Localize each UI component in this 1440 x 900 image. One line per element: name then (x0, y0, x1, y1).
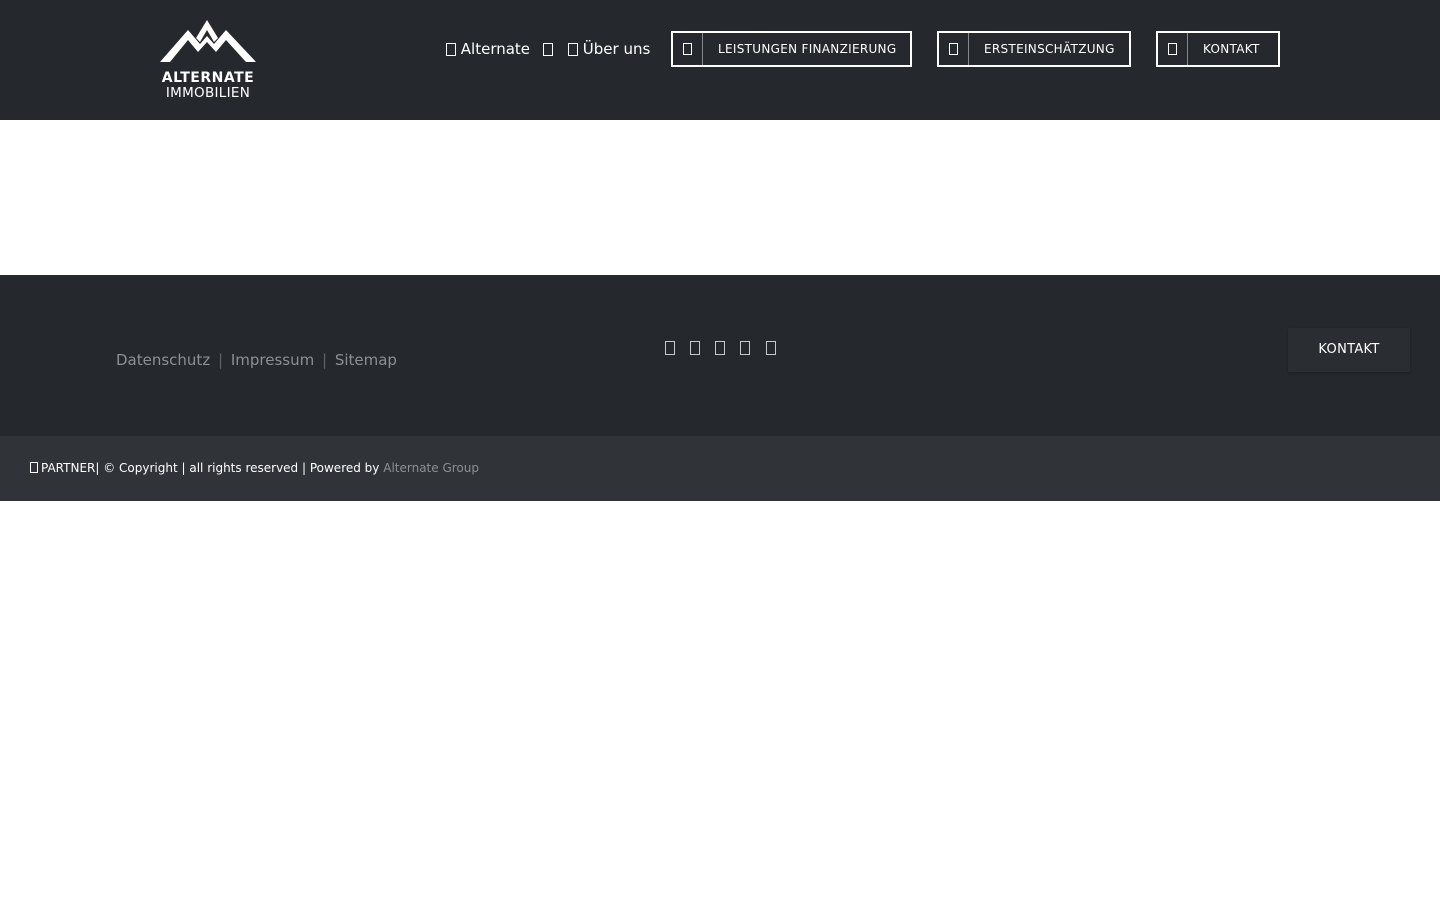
logo-text-alternate: ALTERNATE (161, 70, 255, 86)
envelope-icon (1168, 43, 1177, 55)
twitter-icon[interactable] (690, 341, 700, 355)
copyright-text: PARTNER| © Copyright | all rights reserv… (30, 461, 479, 475)
button-icon-box (939, 33, 969, 65)
impressum-link[interactable]: Impressum (231, 351, 314, 369)
site-header: ALTERNATE IMMOBILIEN Alternate Über uns … (0, 0, 1440, 120)
link-separator: | (217, 351, 224, 369)
kontakt-footer-button[interactable]: KONTAKT (1288, 328, 1410, 372)
button-icon-box (673, 33, 703, 65)
kontakt-header-button[interactable]: KONTAKT (1156, 31, 1280, 67)
info-icon (568, 43, 578, 56)
nav-item-ueber-uns[interactable]: Über uns (568, 37, 650, 61)
button-icon-box (1158, 33, 1188, 65)
instagram-icon[interactable] (715, 341, 725, 355)
ersteinschaetzung-button[interactable]: ERSTEINSCHÄTZUNG (937, 31, 1131, 67)
partner-icon (30, 462, 38, 473)
ersteinschaetzung-label: ERSTEINSCHÄTZUNG (984, 42, 1115, 56)
partner-label: PARTNER (41, 461, 96, 475)
menu-icon (446, 43, 456, 56)
logo-text-immobilien: IMMOBILIEN (165, 85, 251, 101)
leistungen-finanzierung-button[interactable]: LEISTUNGEN FINANZIERUNG (671, 31, 912, 67)
copyright-bar: PARTNER| © Copyright | all rights reserv… (0, 436, 1440, 501)
link-separator: | (321, 351, 328, 369)
linkedin-icon[interactable] (740, 341, 750, 355)
finance-icon (683, 43, 692, 55)
leistungen-finanzierung-label: LEISTUNGEN FINANZIERUNG (718, 42, 897, 56)
nav-item-ueber-uns-label: Über uns (582, 40, 651, 58)
calculator-icon (949, 43, 958, 55)
mountain-roof-logo-icon (160, 20, 256, 62)
xing-icon[interactable] (766, 341, 776, 355)
site-footer: Datenschutz | Impressum | Sitemap KONTAK… (0, 275, 1440, 436)
nav-item-alternate[interactable]: Alternate (446, 37, 553, 61)
kontakt-header-label: KONTAKT (1203, 42, 1260, 56)
datenschutz-link[interactable]: Datenschutz (116, 351, 210, 369)
alternate-immobilien-logo[interactable]: ALTERNATE IMMOBILIEN (158, 18, 258, 104)
copyright-label: | © Copyright | all rights reserved | Po… (95, 461, 380, 475)
facebook-icon[interactable] (665, 341, 675, 355)
alternate-group-link[interactable]: Alternate Group (383, 461, 479, 475)
nav-item-alternate-label: Alternate (460, 40, 531, 58)
footer-links: Datenschutz | Impressum | Sitemap (116, 351, 397, 369)
chevron-down-icon (542, 43, 553, 56)
sitemap-link[interactable]: Sitemap (335, 351, 397, 369)
